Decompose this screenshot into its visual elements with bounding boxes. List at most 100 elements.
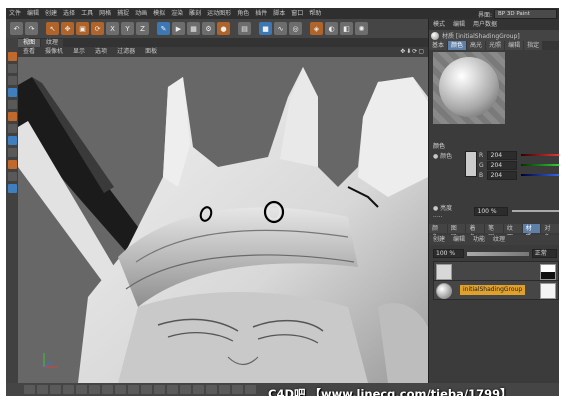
bottom-tool-9[interactable] [128,385,139,394]
select-arrow-icon[interactable]: ↖ [46,22,59,35]
tab-view[interactable]: 视图 [18,39,41,47]
polygons-mode-icon[interactable] [7,76,17,85]
blend-mode-select[interactable]: 正常 [531,249,557,258]
bottom-tool-12[interactable] [167,385,178,394]
tab-lower-shading[interactable]: 着色 [466,224,485,241]
cube-icon[interactable]: ■ [259,22,272,35]
material-row[interactable]: initialShadingGroup [433,280,559,300]
tab-color[interactable]: 颜色 [448,41,467,50]
menu-item-6[interactable]: 捕捉 [114,8,132,19]
menu-item-14[interactable]: 脚本 [270,8,288,19]
bottom-tool-3[interactable] [50,385,61,394]
tab-assign[interactable]: 指定 [524,41,543,50]
layer-opacity-field[interactable]: 100 % [433,249,465,258]
menu-item-9[interactable]: 渲染 [168,8,186,19]
menu-item-3[interactable]: 选择 [60,8,78,19]
menu-item-4[interactable]: 工具 [78,8,96,19]
menu-item-1[interactable]: 编辑 [24,8,42,19]
axis-y-icon[interactable]: Y [121,22,134,35]
menu-item-12[interactable]: 角色 [234,8,252,19]
render-region-icon[interactable]: ▦ [187,22,200,35]
axis-z-icon[interactable]: Z [136,22,149,35]
snap-icon[interactable] [7,148,17,157]
tab-lower-layers[interactable]: 图层 [447,224,466,241]
render-view-icon[interactable]: ▶ [172,22,185,35]
deformer-icon[interactable]: ◈ [310,22,323,35]
attr-menu-userdata[interactable]: 用户数据 [469,19,501,30]
r-value-field[interactable]: 204 [486,150,517,160]
scale-icon[interactable]: ▣ [76,22,89,35]
tab-specular[interactable]: 高光 [467,41,486,50]
tab-lower-color[interactable]: 颜色 [429,224,447,241]
bottom-tool-16[interactable] [219,385,230,394]
tab-lower-texture[interactable]: 纹理 [503,224,522,241]
menu-item-2[interactable]: 创建 [42,8,60,19]
3d-viewport[interactable] [18,57,428,383]
bottom-tool-18[interactable] [245,385,256,394]
axis-x-icon[interactable]: X [106,22,119,35]
g-slider[interactable] [520,164,559,166]
tab-basic[interactable]: 基本 [429,41,448,50]
bottom-tool-2[interactable] [37,385,48,394]
tab-editor[interactable]: 编辑 [505,41,524,50]
camera-icon[interactable]: ◧ [340,22,353,35]
menu-item-10[interactable]: 雕刻 [186,8,204,19]
render-icon[interactable]: ● [217,22,230,35]
viewport-nav-icons[interactable]: ✥⬇⟳▢ [400,47,425,57]
bottom-tool-13[interactable] [180,385,191,394]
bottom-tool-17[interactable] [232,385,243,394]
bottom-tool-11[interactable] [154,385,165,394]
bottom-tool-1[interactable] [24,385,35,394]
b-value-field[interactable]: 204 [486,170,517,180]
vp-menu-camera[interactable]: 摄像机 [40,47,68,57]
vp-menu-view[interactable]: 查看 [18,47,40,57]
brightness-field[interactable]: 100 % [473,206,509,216]
edges-mode-icon[interactable] [7,64,17,73]
color-swatch[interactable] [465,151,477,177]
tab-illumination[interactable]: 光照 [486,41,505,50]
menu-item-15[interactable]: 窗口 [288,8,306,19]
menu-item-11[interactable]: 运动图形 [204,8,234,19]
paint-brush-icon[interactable]: ✎ [157,22,170,35]
material-name-label[interactable]: initialShadingGroup [460,285,526,295]
object-mode-icon[interactable] [7,100,17,109]
brightness-slider[interactable] [512,210,559,212]
sculpt-icon[interactable] [7,172,17,181]
nurbs-icon[interactable]: ◎ [289,22,302,35]
bottom-tool-10[interactable] [141,385,152,394]
vp-menu-options[interactable]: 选项 [90,47,112,57]
undo-icon[interactable]: ↶ [10,22,23,35]
tab-lower-material[interactable]: 材质 [522,224,541,241]
layer-opacity-slider[interactable] [467,251,529,256]
render-settings-icon[interactable]: ⚙ [202,22,215,35]
vp-menu-display[interactable]: 显示 [68,47,90,57]
redo-icon[interactable]: ↷ [25,22,38,35]
tab-lower-brush[interactable]: 笔刷 [485,224,503,241]
model-mode-icon[interactable] [7,112,17,121]
menu-item-0[interactable]: 文件 [6,8,24,19]
bottom-tool-14[interactable] [193,385,204,394]
rotate-icon[interactable]: ⟳ [91,22,104,35]
vp-menu-panel[interactable]: 面板 [140,47,162,57]
layer-item-top[interactable] [433,261,559,281]
menu-item-8[interactable]: 模拟 [150,8,168,19]
g-value-field[interactable]: 204 [486,160,517,170]
tab-texture[interactable]: 纹理 [41,39,64,47]
vp-menu-filter[interactable]: 过滤器 [112,47,140,57]
attr-menu-edit[interactable]: 编辑 [449,19,469,30]
uv-mode-icon[interactable] [7,88,17,97]
sub-edit[interactable]: 编辑 [449,235,469,245]
bottom-tool-6[interactable] [89,385,100,394]
bottom-tool-7[interactable] [102,385,113,394]
sub-function[interactable]: 功能 [469,235,489,245]
r-slider[interactable] [520,154,559,156]
menu-item-13[interactable]: 插件 [252,8,270,19]
workplane-icon[interactable] [7,136,17,145]
sub-texture[interactable]: 纹理 [489,235,509,245]
bottom-tool-8[interactable] [115,385,126,394]
texture-mode-icon[interactable]: ▤ [238,22,251,35]
menu-item-7[interactable]: 动画 [132,8,150,19]
spline-icon[interactable]: ∿ [274,22,287,35]
grid-icon[interactable] [7,184,17,193]
sub-create[interactable]: 创建 [429,235,449,245]
